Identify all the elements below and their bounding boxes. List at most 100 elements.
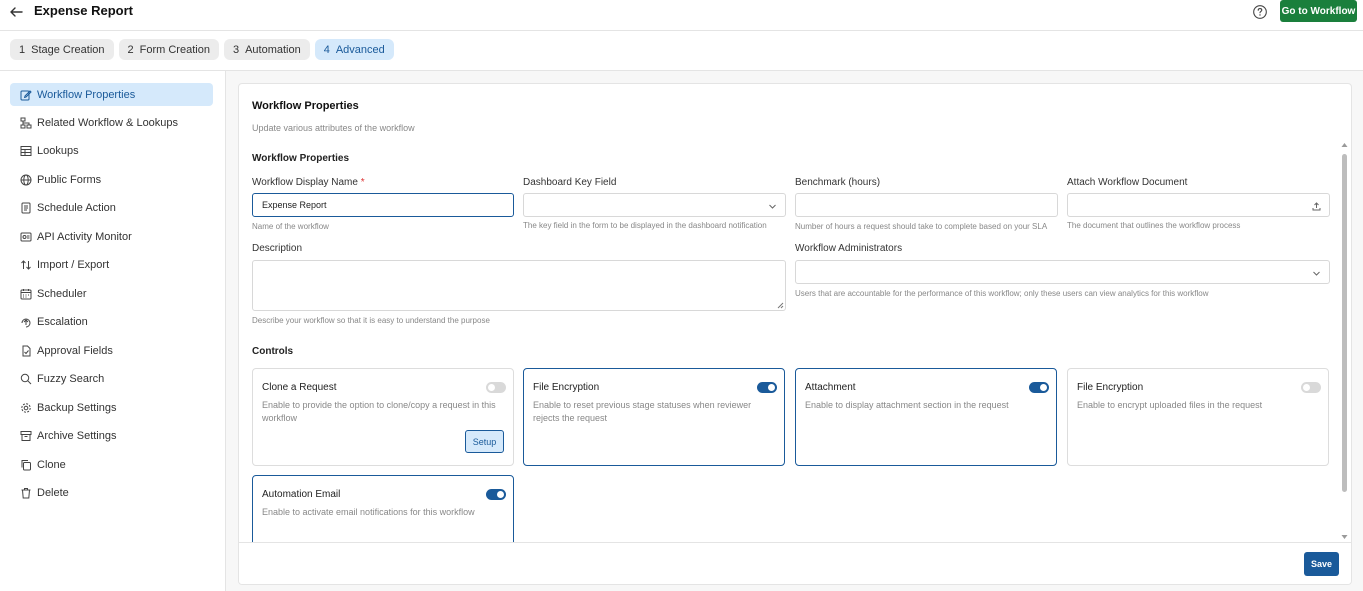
toggle-knob [1303,384,1310,391]
archive-icon [20,430,32,441]
setup-button[interactable]: Setup [465,430,504,453]
attach-document-label: Attach Workflow Document [1067,177,1188,188]
benchmark-input[interactable] [795,193,1058,217]
file-encryption-reset-toggle[interactable] [757,382,777,393]
sidebar-item-approval-fields[interactable]: Approval Fields [10,339,213,362]
trash-icon [21,487,31,498]
display-name-label-text: Workflow Display Name [252,177,358,188]
sidebar-item-scheduler[interactable]: Scheduler [10,282,213,305]
control-description: Enable to display attachment section in … [805,400,1009,410]
arrows-icon [21,259,31,270]
display-name-value: Expense Report [262,200,327,210]
gear-icon [21,402,31,413]
sidebar-item-label: Scheduler [37,287,87,300]
administrators-label: Workflow Administrators [795,243,903,254]
sidebar-item-label: Public Forms [37,173,102,186]
sidebar-item-schedule-action[interactable]: Schedule Action [10,196,213,219]
control-card-file-encryption: File Encryption Enable to encrypt upload… [1067,368,1329,466]
approval-icon [22,345,31,356]
display-name-help: Name of the workflow [252,222,329,231]
go-to-workflow-button[interactable]: Go to Workflow [1280,0,1357,22]
sidebar-item-delete[interactable]: Delete [10,481,213,504]
chevron-down-icon [769,204,776,209]
tab-automation[interactable]: 3 Automation [223,39,310,60]
resize-handle-icon[interactable] [777,302,784,309]
hierarchy-icon [20,117,32,128]
scrollbar-thumb[interactable] [1342,154,1347,492]
control-title: Attachment [805,382,856,393]
sidebar-item-label: Schedule Action [37,201,116,214]
tab-number: 4 [323,43,330,56]
main-panel: Workflow Properties Update various attri… [226,71,1363,591]
tab-form-creation[interactable]: 2 Form Creation [118,39,219,60]
section-heading: Workflow Properties [252,100,359,112]
administrators-help: Users that are accountable for the perfo… [795,289,1209,298]
page-title: Expense Report [34,3,133,18]
controls-title: Controls [252,346,294,357]
help-icon[interactable] [1252,4,1268,20]
attach-document-input[interactable] [1067,193,1330,217]
dashboard-key-select[interactable] [523,193,786,217]
benchmark-help: Number of hours a request should take to… [795,222,1048,231]
chevron-down-icon [1313,271,1320,276]
control-title: Clone a Request [262,382,337,393]
sidebar-item-escalation[interactable]: Escalation [10,310,213,333]
upload-icon[interactable] [1312,202,1321,211]
footer-divider [239,542,1351,543]
sidebar-item-label: Lookups [37,144,79,157]
sidebar-item-backup-settings[interactable]: Backup Settings [10,396,213,419]
scroll-down-icon[interactable] [1341,534,1348,540]
attachment-toggle[interactable] [1029,382,1049,393]
control-card-file-encryption-reset: File Encryption Enable to reset previous… [523,368,785,466]
sidebar-item-label: Backup Settings [37,401,117,414]
sidebar-item-archive-settings[interactable]: Archive Settings [10,424,213,447]
footer-bar [239,543,1351,584]
sidebar-item-label: Workflow Properties [37,88,136,101]
sidebar-item-fuzzy-search[interactable]: Fuzzy Search [10,367,213,390]
sidebar-item-api-activity-monitor[interactable]: API Activity Monitor [10,225,213,248]
tab-label: Stage Creation [31,43,105,56]
control-description: Enable to activate email notifications f… [262,507,475,517]
copy-icon [21,459,31,470]
control-title: Automation Email [262,489,341,500]
api-icon [20,232,32,241]
display-name-label: Workflow Display Name * [252,177,365,188]
administrators-select[interactable] [795,260,1330,284]
sidebar-item-import-export[interactable]: Import / Export [10,253,213,276]
sidebar-item-label: Related Workflow & Lookups [37,116,179,129]
back-arrow-icon[interactable] [8,4,24,20]
sidebar-item-clone[interactable]: Clone [10,453,213,476]
attach-document-help: The document that outlines the workflow … [1067,221,1241,230]
tab-stage-creation[interactable]: 1 Stage Creation [10,39,114,60]
step-tabs: 1 Stage Creation 2 Form Creation 3 Automati… [10,39,394,60]
scroll-up-icon[interactable] [1341,142,1348,148]
scrollbar[interactable] [1340,142,1348,542]
tab-advanced[interactable]: 4 Advanced [314,39,394,60]
dashboard-key-label: Dashboard Key Field [523,177,617,188]
sidebar-item-label: Clone [37,458,66,471]
sidebar-item-label: Fuzzy Search [37,372,105,385]
control-description: Enable to reset previous stage statuses … [533,400,752,423]
sidebar-item-label: Archive Settings [37,429,117,442]
tab-label: Form Creation [139,43,210,56]
sidebar-item-label: API Activity Monitor [37,230,132,243]
description-textarea[interactable] [252,260,786,311]
sidebar-item-label: Delete [37,486,69,499]
top-bar: Expense Report Go to Workflow [0,0,1363,31]
sidebar-item-workflow-properties[interactable]: Workflow Properties [10,83,213,106]
escalation-icon [21,318,31,327]
clone-request-toggle[interactable] [486,382,506,393]
sidebar-item-lookups[interactable]: Lookups [10,139,213,162]
file-encryption-toggle[interactable] [1301,382,1321,393]
automation-email-toggle[interactable] [486,489,506,500]
sidebar-item-public-forms[interactable]: Public Forms [10,168,213,191]
save-button[interactable]: Save [1304,552,1339,576]
tab-label: Automation [245,43,301,56]
sidebar-item-related-workflow[interactable]: Related Workflow & Lookups [10,111,213,134]
tab-label: Advanced [335,43,385,56]
sidebar-item-label: Import / Export [37,258,110,271]
display-name-input[interactable]: Expense Report [252,193,514,217]
description-help: Describe your workflow so that it is eas… [252,316,490,325]
control-card-clone-request: Clone a Request Enable to provide the op… [252,368,514,466]
control-description: Enable to encrypt uploaded files in the … [1077,400,1263,410]
